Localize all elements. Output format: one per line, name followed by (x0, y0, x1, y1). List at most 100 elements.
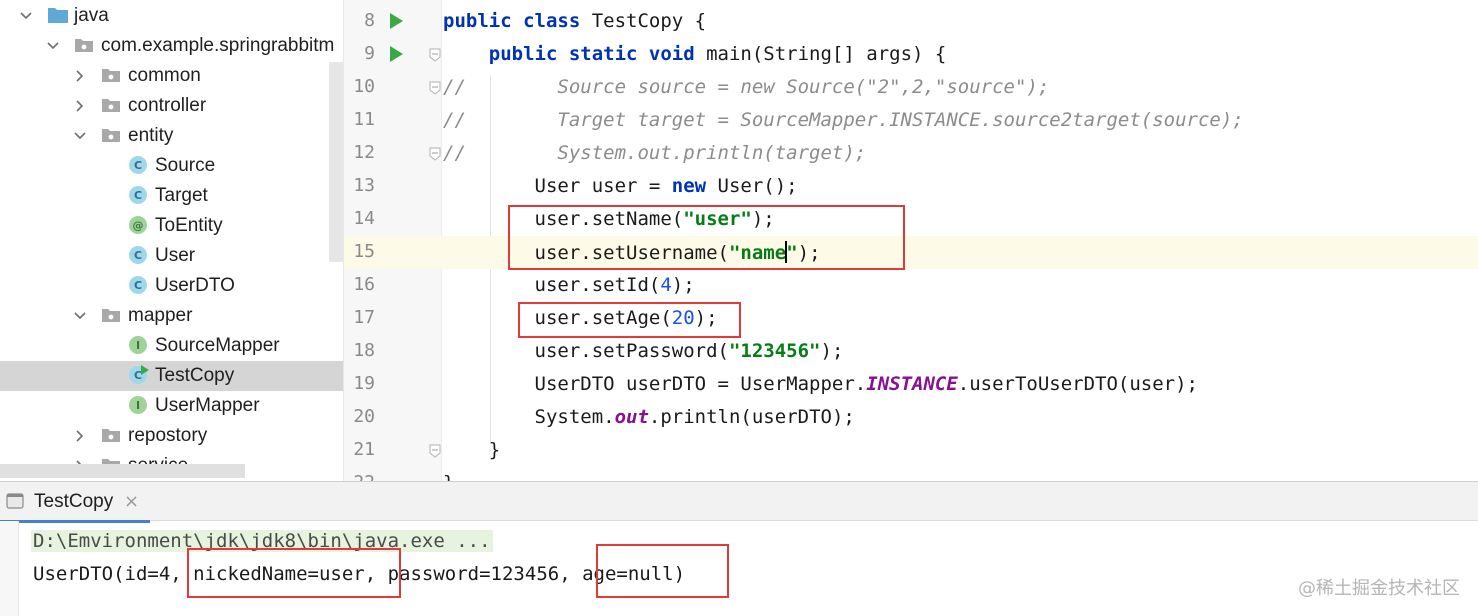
code-line[interactable]: 9 public static void main(String[] args)… (344, 38, 1478, 71)
tree-item-label: entity (128, 125, 174, 146)
code-line[interactable]: 19 UserDTO userDTO = UserMapper.INSTANCE… (344, 368, 1478, 401)
code-line[interactable]: 11 // Target target = SourceMapper.INSTAN… (344, 104, 1478, 137)
code-token: INSTANCE (866, 373, 958, 395)
tree-item-label: ToEntity (155, 215, 223, 236)
run-panel: TestCopy × D:\Emvironment\jdk\jdk8\bin\j… (0, 481, 1478, 616)
tree-item-label: com.example.springrabbitm (101, 35, 335, 56)
fold-marker-icon[interactable] (429, 48, 441, 62)
watermark: @稀土掘金技术社区 (1298, 578, 1460, 599)
code-token: User(); (717, 175, 798, 197)
code-line[interactable]: 8 public class TestCopy { (344, 5, 1478, 38)
tree-item-label: UserDTO (155, 275, 235, 296)
code-token: } (443, 439, 501, 461)
chevron-right-icon[interactable] (74, 100, 86, 112)
tree-item-com-example-springrabbitm[interactable]: com.example.springrabbitm (0, 31, 343, 61)
code-line[interactable]: 10 // Source source = new Source("2",2,"s… (344, 71, 1478, 104)
package-icon (101, 426, 121, 446)
package-icon (101, 96, 121, 116)
tree-item-testcopy[interactable]: C TestCopy (0, 361, 343, 391)
tree-item-toentity[interactable]: @ ToEntity (0, 211, 343, 241)
run-tab-testcopy[interactable]: TestCopy × (0, 482, 150, 523)
line-number: 19 (353, 373, 375, 394)
code-editor[interactable]: 8 public class TestCopy {9 public static … (343, 0, 1478, 481)
close-icon[interactable]: × (124, 491, 139, 512)
line-number: 12 (353, 142, 375, 163)
run-tab-bar: TestCopy × (0, 482, 1478, 523)
code-text: System.out.println(userDTO); (443, 406, 855, 428)
package-icon (101, 126, 121, 146)
interface-icon: I (129, 396, 149, 416)
line-number: 16 (353, 274, 375, 295)
code-line[interactable]: 12 // System.out.println(target); (344, 137, 1478, 170)
code-text: } (443, 472, 454, 481)
chevron-down-icon[interactable] (47, 40, 59, 52)
run-tab-label: TestCopy (34, 491, 114, 512)
tree-item-mapper[interactable]: mapper (0, 301, 343, 331)
chevron-down-icon[interactable] (20, 10, 32, 22)
interface-icon: I (129, 336, 149, 356)
line-number: 20 (353, 406, 375, 427)
tree-item-target[interactable]: C Target (0, 181, 343, 211)
code-line[interactable]: 18 user.setPassword("123456"); (344, 335, 1478, 368)
chevron-right-icon[interactable] (74, 430, 86, 442)
tree-item-usermapper[interactable]: I UserMapper (0, 391, 343, 421)
code-line[interactable]: 21 } (344, 434, 1478, 467)
code-line[interactable]: 17 user.setAge(20); (344, 302, 1478, 335)
code-text: // Source source = new Source("2",2,"sou… (443, 76, 1049, 98)
fold-marker-icon[interactable] (429, 444, 441, 458)
tree-item-sourcemapper[interactable]: I SourceMapper (0, 331, 343, 361)
tree-item-label: common (128, 65, 201, 86)
tree-item-source[interactable]: C Source (0, 151, 343, 181)
class-icon: C (129, 156, 149, 176)
tree-item-user[interactable]: C User (0, 241, 343, 271)
line-number: 8 (364, 10, 375, 31)
code-token: out (614, 406, 649, 428)
code-line[interactable]: 20 System.out.println(userDTO); (344, 401, 1478, 434)
highlight-box-nickedname (187, 548, 401, 598)
tree-item-common[interactable]: common (0, 61, 343, 91)
fold-marker-icon[interactable] (429, 147, 441, 161)
code-line[interactable]: 13 User user = new User(); (344, 170, 1478, 203)
code-token: user.setId( (443, 274, 661, 296)
chevron-down-icon[interactable] (74, 310, 86, 322)
line-number: 22 (344, 472, 375, 481)
code-text: user.setPassword("123456"); (443, 340, 844, 362)
code-text: User user = new User(); (443, 175, 798, 197)
package-icon (101, 66, 121, 86)
tree-item-label: User (155, 245, 196, 266)
line-number: 21 (353, 439, 375, 460)
tree-item-controller[interactable]: controller (0, 91, 343, 121)
code-token: System. (443, 406, 615, 428)
package-icon (74, 36, 94, 56)
fold-marker-icon[interactable] (429, 81, 441, 95)
code-token: "123456" (728, 340, 821, 362)
class-icon: C (129, 246, 149, 266)
run-gutter-icon[interactable] (390, 46, 403, 62)
code-text: UserDTO userDTO = UserMapper.INSTANCE.us… (443, 373, 1198, 395)
code-line[interactable]: 22} (344, 467, 1478, 481)
package-icon (101, 306, 121, 326)
code-token: .println(userDTO); (648, 406, 855, 428)
chevron-right-icon[interactable] (74, 70, 86, 82)
tree-item-java[interactable]: java (0, 1, 343, 31)
code-token: } (443, 472, 454, 481)
annotation-icon: @ (129, 216, 149, 236)
tree-item-label: UserMapper (155, 395, 260, 416)
tree-item-label: java (74, 5, 109, 26)
line-number: 18 (353, 340, 375, 361)
tree-item-label: Source (155, 155, 216, 176)
tree-item-repostory[interactable]: repostory (0, 421, 343, 451)
line-number: 10 (353, 76, 375, 97)
code-token: .userToUserDTO(user); (957, 373, 1198, 395)
tree-item-label: TestCopy (155, 365, 235, 386)
tree-item-userdto[interactable]: C UserDTO (0, 271, 343, 301)
code-line[interactable]: 16 user.setId(4); (344, 269, 1478, 302)
tree-vertical-scrollbar[interactable] (329, 62, 343, 262)
runnable-class-icon: C (129, 365, 149, 386)
run-gutter-icon[interactable] (390, 13, 403, 29)
code-token: ); (820, 340, 844, 362)
chevron-down-icon[interactable] (74, 130, 86, 142)
tree-horizontal-scrollbar[interactable] (0, 464, 245, 478)
tree-item-entity[interactable]: entity (0, 121, 343, 151)
